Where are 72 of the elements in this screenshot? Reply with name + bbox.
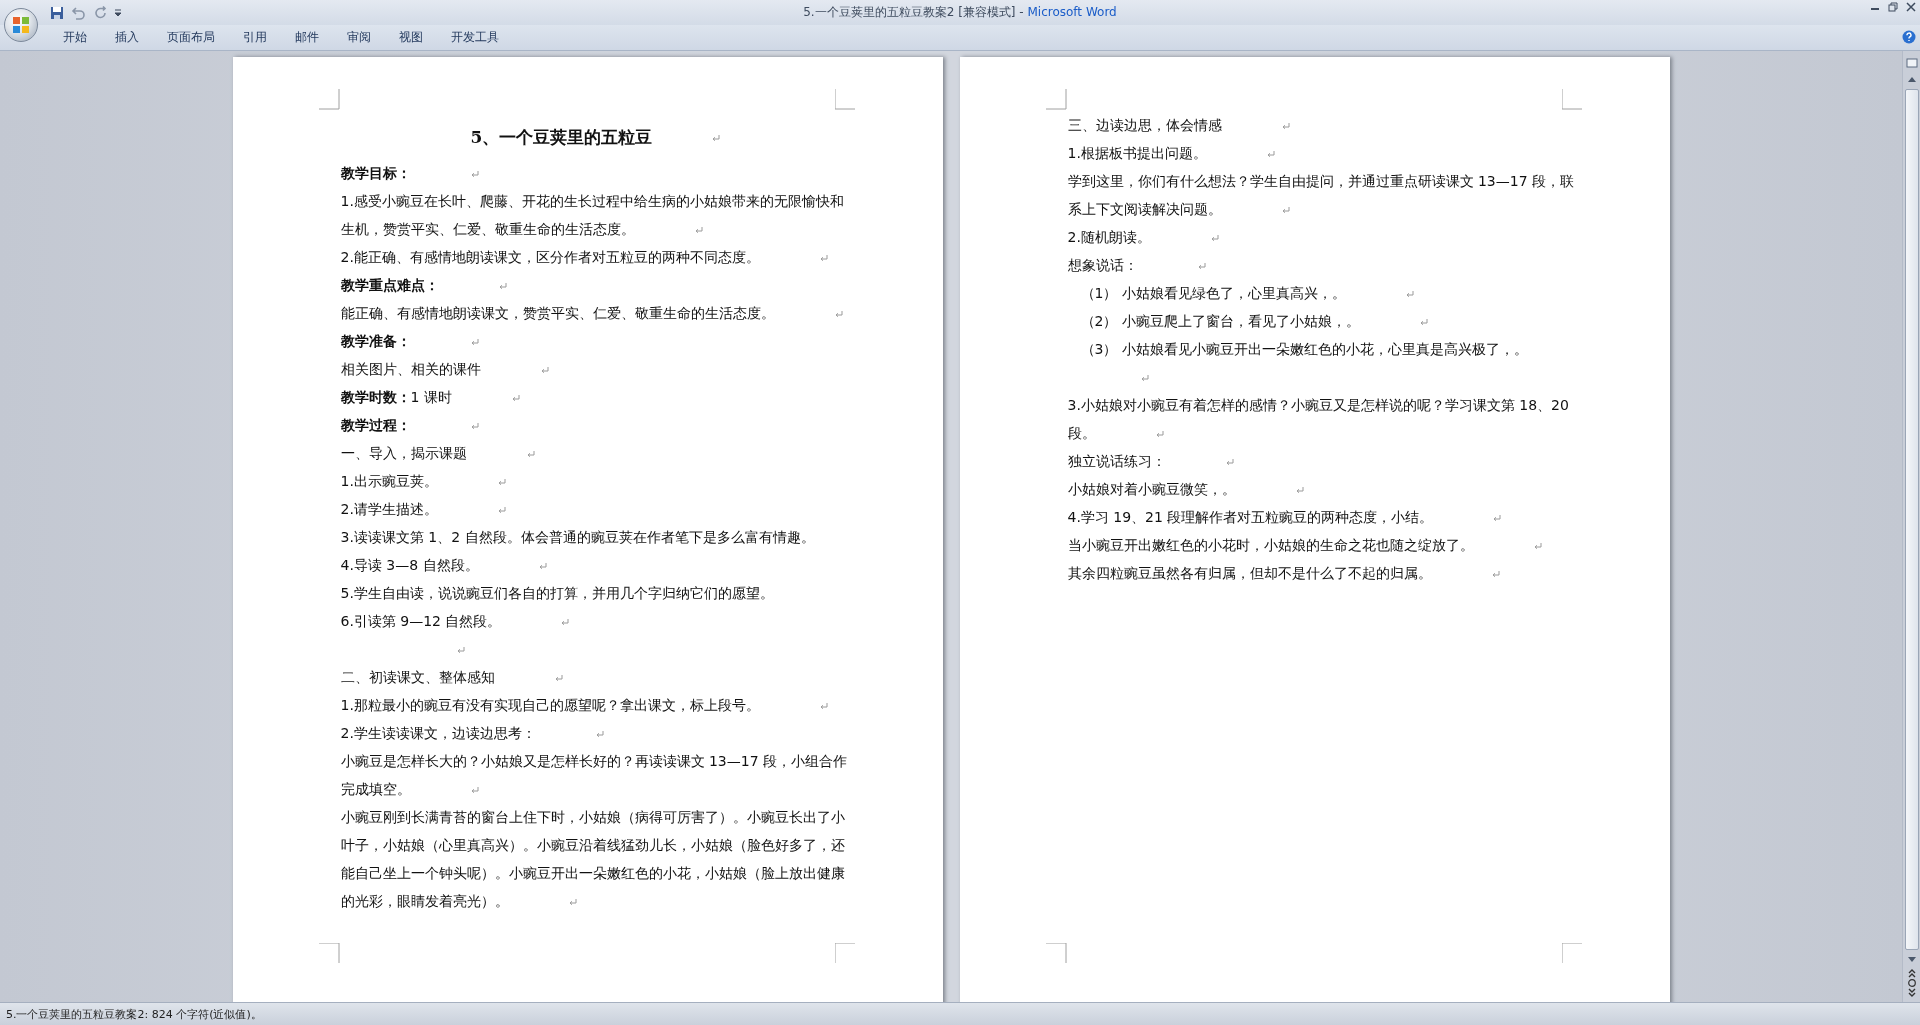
ruler-toggle-icon[interactable] [1905,57,1918,69]
customize-dropdown-icon[interactable] [114,7,122,18]
paragraph-text: 能正确、有感情地朗读课文，赞赏平实、仁爱、敬重生命的生活态度。 [340,305,775,321]
vertical-scrollbar[interactable] [1902,51,1920,1002]
corner-mark-icon [834,89,856,110]
paragraph-text: （3） 小姑娘看见小豌豆开出一朵嫩红色的小花，心里真是高兴极了，。 [1080,341,1528,357]
undo-icon[interactable] [70,5,88,20]
paragraph-text: 一、导入，揭示课题 [340,445,467,461]
paragraph-text: （2） 小豌豆爬上了窗台，看见了小姑娘，。 [1080,313,1360,329]
ribbon-tab[interactable]: 开发工具 [440,29,510,46]
save-icon[interactable] [50,5,64,20]
paragraph-mark-icon [712,135,721,142]
ribbon-tab[interactable]: 审阅 [336,29,382,46]
paragraph-text: 教学准备： [340,333,411,349]
browse-object-icon[interactable] [1906,978,1917,988]
paragraph-text: 3.读读课文第 1、2 自然段。体会普通的豌豆荚在作者笔下是多么富有情趣。 [340,529,815,545]
restore-icon[interactable] [1888,2,1898,12]
scroll-up-icon[interactable] [1906,75,1917,83]
corner-mark-icon [318,89,340,110]
paragraph-text: 2.能正确、有感情地朗读课文，区分作者对五粒豆的两种不同态度。 [340,249,760,265]
paragraph-text: 其余四粒豌豆虽然各有归属，但却不是什么了不起的归属。 [1067,565,1432,581]
paragraph-text: 学到这里，你们有什么想法？学生自由提问，并通过重点研读课文 13—17 段，联系上下文阅读解决问题。 [1067,173,1575,217]
paragraph-text: 相关图片、相关的课件 [340,361,481,377]
paragraph-text: 6.引读第 9—12 自然段。 [340,613,502,629]
paragraph-text: 小豌豆刚到长满青苔的窗台上住下时，小姑娘（病得可厉害了）。小豌豆长出了小叶子，小姑娘（心里真高兴）。小豌豆沿着线猛劲儿长，小姑娘（脸色好多了，还能自己坐上一个钟头呢）。小豌豆开出一朵嫩红色的小花，小姑娘（脸上放出健康的光彩，眼睛发着亮光）。 [340,809,845,909]
corner-mark-icon [1561,89,1583,110]
ribbon-tab[interactable]: 开始 [52,29,98,46]
paragraph-text: 1.根据板书提出问题。 [1067,145,1207,161]
paragraph-text: 1.出示豌豆荚。 [340,473,438,489]
paragraph-text: 想象说话： [1067,257,1138,273]
paragraph-text: 独立说话练习： [1067,453,1166,469]
corner-mark-icon [1561,943,1583,964]
paragraph-text: 4.学习 19、21 段理解作者对五粒豌豆的两种态度，小结。 [1067,509,1434,525]
next-page-icon[interactable] [1906,988,1917,998]
help-icon[interactable] [1902,30,1916,44]
paragraph-text: 1.那粒最小的豌豆有没有实现自己的愿望呢？拿出课文，标上段号。 [340,697,760,713]
scroll-down-icon[interactable] [1906,956,1917,964]
previous-page-icon[interactable] [1906,968,1917,978]
paragraph-text: 三、边读边思，体会情感 [1067,117,1222,133]
office-logo-icon [11,15,31,35]
redo-icon[interactable] [94,5,108,20]
paragraph-text: 2.学生读读课文，边读边思考： [340,725,536,741]
paragraph-text: 小姑娘对着小豌豆微笑，。 [1067,481,1236,497]
scrollbar-thumb[interactable] [1904,89,1919,950]
ribbon-tab[interactable]: 引用 [232,29,278,46]
ribbon-tab[interactable]: 邮件 [284,29,330,46]
paragraph-text: 2.随机朗读。 [1067,229,1151,245]
paragraph-text: 小豌豆是怎样长大的？小姑娘又是怎样长好的？再读读课文 13—17 段，小组合作完成填空。 [340,753,848,797]
paragraph-text: 教学目标： [340,165,411,181]
paragraph-text: （1） 小姑娘看见绿色了，心里真高兴，。 [1080,285,1346,301]
office-button[interactable] [4,8,38,42]
word-count-text: 5.一个豆荚里的五粒豆教案2: 824 个字符(近似值)。 [6,1006,262,1022]
paragraph-text: 5.学生自由读，说说豌豆们各自的打算，并用几个字归纳它们的愿望。 [340,585,774,601]
paragraph-text: 教学过程： [340,417,411,433]
ribbon-tab[interactable]: 视图 [388,29,434,46]
document-title: 5、一个豆荚里的五粒豆 [470,127,653,147]
paragraph-text: 二、初读课文、整体感知 [340,669,495,685]
close-icon[interactable] [1906,2,1916,12]
corner-mark-icon [1045,89,1067,110]
paragraph-text: 4.导读 3—8 自然段。 [340,557,479,573]
paragraph-text: 2.请学生描述。 [340,501,438,517]
paragraph-text: 1.感受小豌豆在长叶、爬藤、开花的生长过程中给生病的小姑娘带来的无限愉快和生机，赞赏平实、仁爱、敬重生命的生活态度。 [340,193,844,237]
ribbon-tab[interactable]: 插入 [104,29,150,46]
corner-mark-icon [1045,943,1067,964]
paragraph-text: 教学时数：1 课时 [340,389,452,405]
paragraph-text: 当小豌豆开出嫩红色的小花时，小姑娘的生命之花也随之绽放了。 [1067,537,1474,553]
corner-mark-icon [318,943,340,964]
corner-mark-icon [834,943,856,964]
paragraph-text: 3.小姑娘对小豌豆有着怎样的感情？小豌豆又是怎样说的呢？学习课文第 18、20 段。 [1067,397,1569,441]
ribbon-tab[interactable]: 页面布局 [156,29,226,46]
paragraph-text: 教学重点难点： [340,277,439,293]
window-title: 5.一个豆荚里的五粒豆教案2 [兼容模式] - Microsoft Word [803,4,1117,21]
